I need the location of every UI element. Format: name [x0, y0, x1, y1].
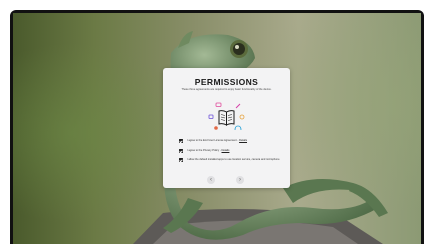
eula-checkbox[interactable] — [179, 139, 183, 143]
permissions-dialog: PERMISSIONS These three agreements are r… — [163, 68, 290, 188]
privacy-label: I agree to the Privacy Policy — [187, 149, 220, 153]
privacy-checkbox[interactable] — [179, 149, 183, 153]
privacy-details-link[interactable]: Details — [221, 149, 229, 152]
eula-details-link[interactable]: Details — [239, 139, 247, 142]
chevron-left-icon: ‹ — [210, 177, 212, 183]
app-permissions-checkbox[interactable] — [179, 158, 183, 162]
back-button[interactable]: ‹ — [207, 176, 215, 184]
chevron-right-icon: › — [239, 177, 241, 183]
dialog-title: PERMISSIONS — [194, 77, 259, 87]
open-book-icon — [208, 102, 245, 131]
app-permissions-label: I allow the default installed apps to us… — [187, 158, 280, 162]
eula-label: I agree to the End User License Agreemen… — [187, 139, 237, 143]
next-button[interactable]: › — [236, 176, 244, 184]
dialog-subtitle: These three agreements are required to e… — [181, 88, 272, 91]
